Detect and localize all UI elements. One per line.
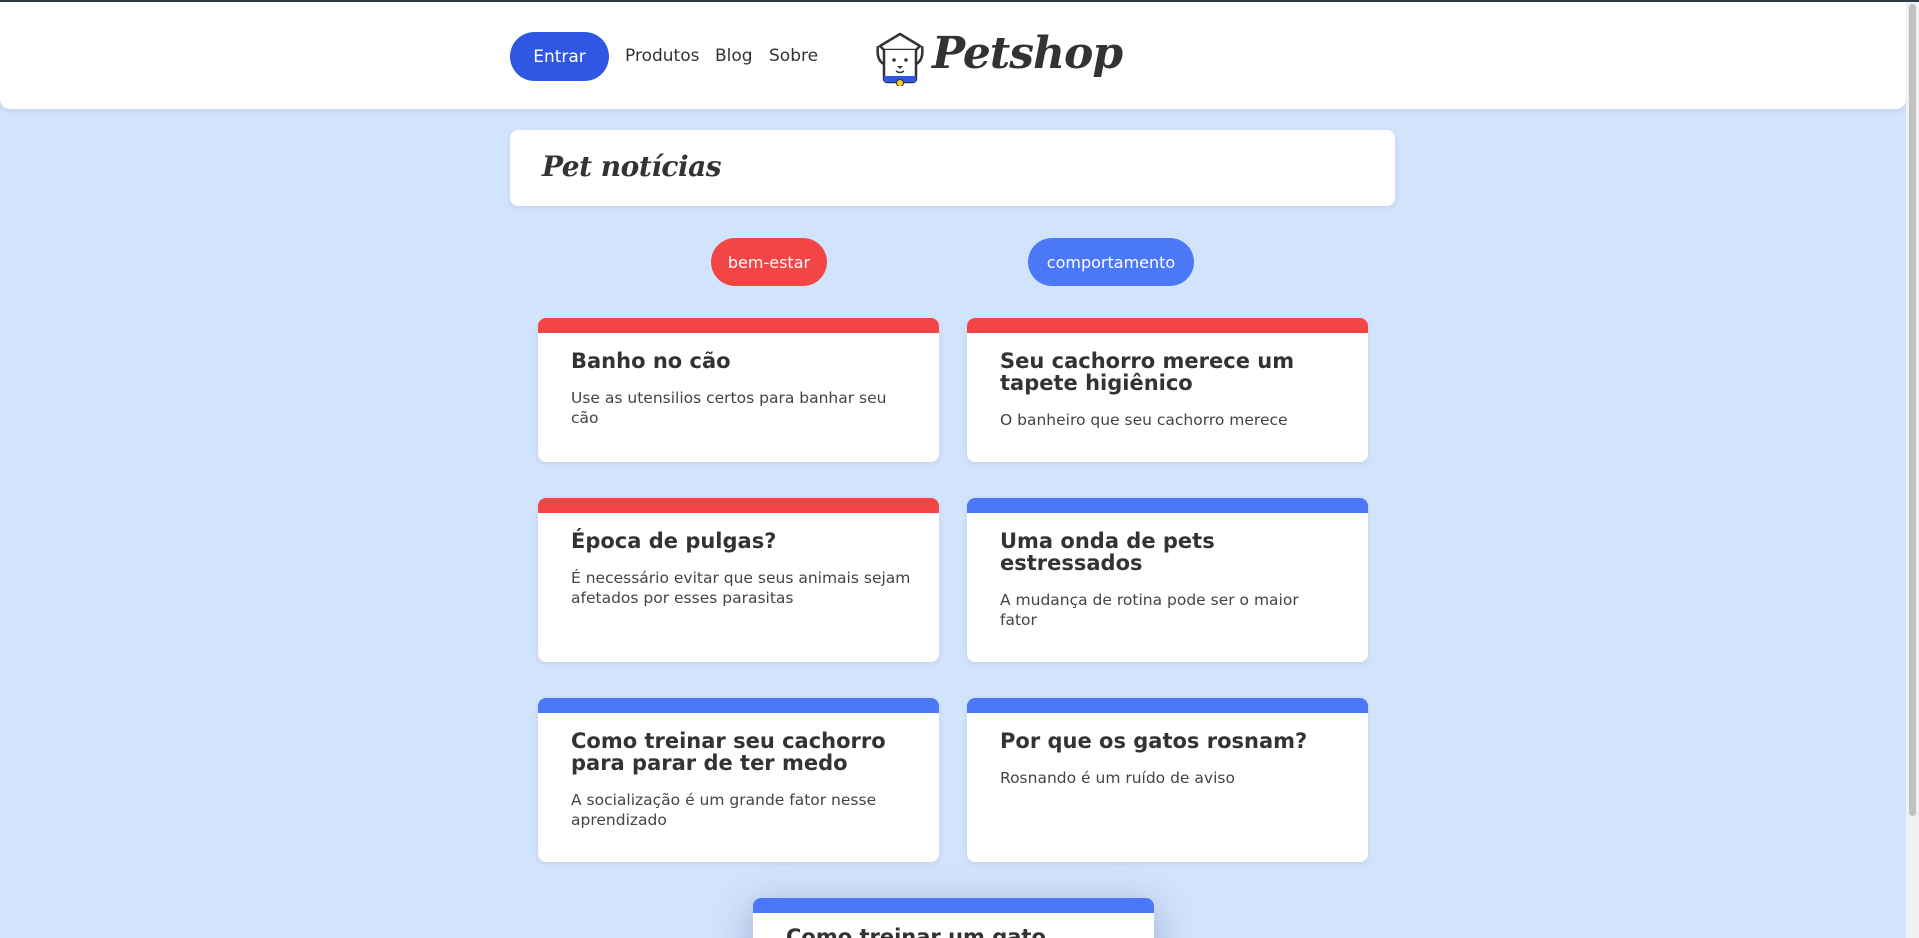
news-card[interactable]: Banho no cão Use as utensilios certos pa… — [538, 318, 939, 462]
tag-bem-estar[interactable]: bem-estar — [711, 238, 827, 286]
scrollbar-thumb[interactable] — [1909, 4, 1916, 816]
card-description: Use as utensilios certos para banhar seu… — [571, 389, 887, 427]
tag-comportamento[interactable]: comportamento — [1028, 238, 1194, 286]
card-title: Como treinar seu cachorro para parar de … — [571, 729, 886, 775]
card-title: Banho no cão — [571, 349, 731, 373]
card-title: Seu cachorro merece um tapete higiênico — [1000, 349, 1295, 395]
nav-link-produtos[interactable]: Produtos — [625, 46, 699, 66]
card-title: Época de pulgas? — [571, 529, 777, 553]
card-title: Como treinar um gato — [786, 925, 1046, 938]
page-title: Pet notícias — [542, 150, 722, 183]
news-card[interactable]: Uma onda de pets estressados A mudança d… — [967, 498, 1368, 662]
news-card[interactable]: Como treinar seu cachorro para parar de … — [538, 698, 939, 862]
card-description: A socialização é um grande fator nesse a… — [571, 791, 877, 829]
login-button[interactable]: Entrar — [510, 32, 609, 81]
nav-link-sobre[interactable]: Sobre — [769, 46, 818, 66]
dog-logo-icon[interactable] — [874, 28, 926, 86]
news-card[interactable]: Por que os gatos rosnam? Rosnando é um r… — [967, 698, 1368, 862]
card-category-bar — [967, 318, 1368, 333]
card-title: Por que os gatos rosnam? — [1000, 729, 1308, 753]
site-header: Entrar Produtos Blog Sobre Petshop — [0, 2, 1906, 109]
card-description: Rosnando é um ruído de aviso — [1000, 769, 1235, 787]
news-card[interactable]: Época de pulgas? É necessário evitar que… — [538, 498, 939, 662]
page-title-box: Pet notícias — [510, 130, 1395, 206]
card-description: É necessário evitar que seus animais sej… — [571, 569, 911, 607]
card-category-bar — [753, 898, 1154, 913]
card-category-bar — [538, 698, 939, 713]
logo-text[interactable]: Petshop — [932, 28, 1123, 79]
card-category-bar — [967, 498, 1368, 513]
card-description: O banheiro que seu cachorro merece — [1000, 411, 1288, 429]
card-category-bar — [538, 318, 939, 333]
news-card[interactable]: Como treinar um gato — [753, 898, 1154, 938]
card-category-bar — [967, 698, 1368, 713]
nav-link-blog[interactable]: Blog — [715, 46, 753, 66]
card-title: Uma onda de pets estressados — [1000, 529, 1215, 575]
news-card[interactable]: Seu cachorro merece um tapete higiênico … — [967, 318, 1368, 462]
card-category-bar — [538, 498, 939, 513]
card-description: A mudança de rotina pode ser o maior fat… — [1000, 591, 1299, 629]
